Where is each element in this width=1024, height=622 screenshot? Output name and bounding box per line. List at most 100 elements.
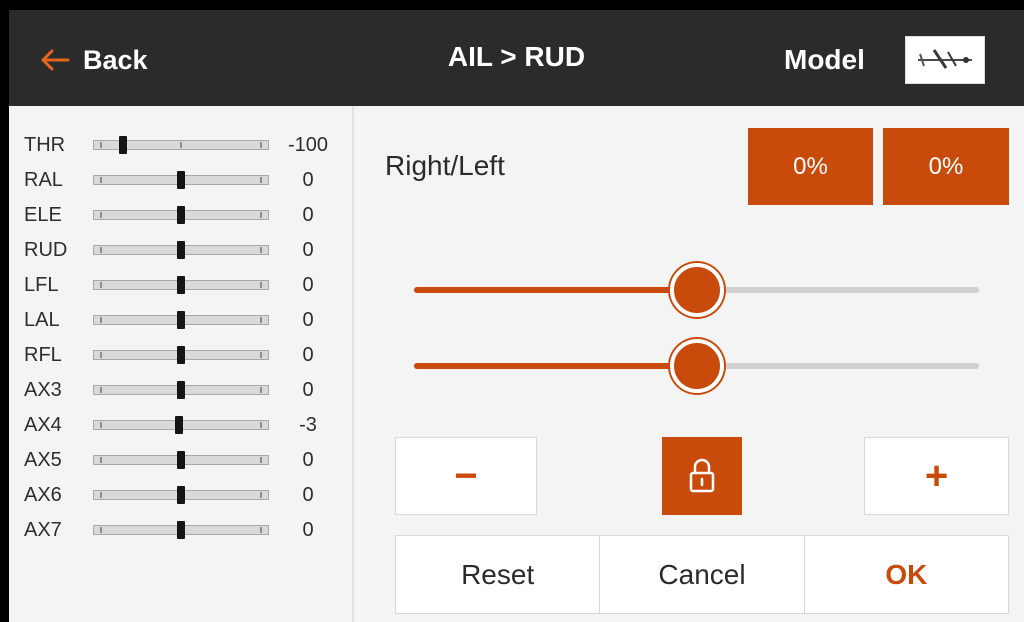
channel-value: 0 — [302, 309, 314, 331]
channel-tick — [99, 352, 102, 358]
channel-tick — [260, 247, 263, 253]
back-button[interactable]: Back — [39, 40, 148, 80]
lock-button[interactable] — [662, 437, 742, 515]
slider-fill — [414, 363, 697, 369]
channel-name: AX3 — [24, 379, 62, 401]
channel-bar — [93, 416, 269, 434]
left-slider[interactable] — [414, 337, 979, 397]
channel-tick — [260, 492, 263, 498]
channel-tick — [260, 177, 263, 183]
channel-row: RAL 0 — [9, 160, 352, 200]
channel-value: 0 — [302, 484, 314, 506]
channel-row: THR -100 — [9, 125, 352, 165]
channel-tick — [99, 247, 102, 253]
slider-knob[interactable] — [669, 339, 724, 393]
channel-monitor: THR -100 RAL 0 ELE 0 RUD 0 LFL 0 LAL 0 RFL 0 AX3 0 AX4 -3… — [9, 106, 352, 622]
channel-name: AX6 — [24, 484, 62, 506]
channel-tick — [99, 142, 102, 148]
channel-bar — [93, 241, 269, 259]
channel-row: AX7 0 — [9, 510, 352, 550]
channel-row: AX4 -3 — [9, 405, 352, 445]
channel-tick — [99, 457, 102, 463]
channel-name: AX5 — [24, 449, 62, 471]
channel-thumb — [177, 206, 185, 224]
channel-row: RFL 0 — [9, 335, 352, 375]
channel-thumb — [177, 346, 185, 364]
left-value-box[interactable]: 0% — [883, 128, 1009, 205]
screen: Back AIL > RUD Model THR -100 RAL 0 ELE 0 RUD 0… — [9, 10, 1024, 622]
channel-value: 0 — [302, 519, 314, 541]
channel-tick — [260, 142, 263, 148]
channel-tick — [99, 177, 102, 183]
decrement-button[interactable]: − — [395, 437, 537, 515]
minus-icon: − — [454, 454, 478, 498]
plus-icon: + — [924, 454, 949, 498]
right-slider[interactable] — [414, 261, 979, 321]
channel-tick — [260, 527, 263, 533]
channel-bar — [93, 171, 269, 189]
channel-thumb — [177, 311, 185, 329]
channel-bar — [93, 486, 269, 504]
channel-value: 0 — [302, 274, 314, 296]
channel-tick — [99, 387, 102, 393]
channel-value: -100 — [287, 134, 329, 156]
channel-name: RAL — [24, 169, 63, 191]
channel-tick — [99, 212, 102, 218]
channel-row: AX6 0 — [9, 475, 352, 515]
channel-tick — [180, 142, 182, 148]
channel-name: LAL — [24, 309, 60, 331]
model-thumbnail[interactable] — [905, 36, 985, 84]
channel-row: AX3 0 — [9, 370, 352, 410]
slider-knob[interactable] — [669, 263, 724, 317]
arrow-left-icon — [41, 49, 70, 71]
channel-row: RUD 0 — [9, 230, 352, 270]
channel-tick — [99, 282, 102, 288]
channel-tick — [99, 317, 102, 323]
back-label: Back — [83, 44, 148, 75]
channel-bar — [93, 451, 269, 469]
increment-button[interactable]: + — [864, 437, 1009, 515]
channel-bar — [93, 521, 269, 539]
channel-tick — [99, 527, 102, 533]
channel-value: 0 — [302, 449, 314, 471]
channel-value: 0 — [302, 169, 314, 191]
lock-icon — [689, 458, 715, 493]
channel-row: LFL 0 — [9, 265, 352, 305]
channel-bar — [93, 311, 269, 329]
channel-name: AX4 — [24, 414, 62, 436]
channel-value: 0 — [302, 344, 314, 366]
channel-bar — [93, 276, 269, 294]
channel-bar — [93, 136, 269, 154]
channel-bar — [93, 381, 269, 399]
channel-name: RUD — [24, 239, 68, 261]
model-label[interactable]: Model — [784, 44, 865, 76]
channel-thumb — [177, 451, 185, 469]
device-frame: Back AIL > RUD Model THR -100 RAL 0 ELE 0 RUD 0… — [0, 0, 1024, 622]
channel-tick — [99, 422, 102, 428]
channel-value: -3 — [299, 414, 317, 436]
channel-name: RFL — [24, 344, 62, 366]
channel-row: AX5 0 — [9, 440, 352, 480]
slider-fill — [414, 287, 697, 293]
channel-name: AX7 — [24, 519, 62, 541]
editor-panel: Right/Left 0% 0% − + Reset Cancel OK — [354, 106, 1024, 622]
cancel-button[interactable]: Cancel — [599, 536, 803, 613]
right-value-box[interactable]: 0% — [748, 128, 873, 205]
channel-thumb — [175, 416, 184, 434]
page-title: AIL > RUD — [447, 41, 586, 72]
action-bar: Reset Cancel OK — [395, 535, 1009, 614]
channel-value: 0 — [302, 204, 314, 226]
channel-value: 0 — [302, 379, 314, 401]
reset-button[interactable]: Reset — [396, 536, 599, 613]
header-bar: Back AIL > RUD Model — [9, 10, 1024, 106]
ok-button[interactable]: OK — [803, 536, 1008, 613]
channel-thumb — [177, 276, 185, 294]
channel-value: 0 — [302, 239, 314, 261]
channel-tick — [260, 422, 263, 428]
channel-bar — [93, 206, 269, 224]
channel-row: ELE 0 — [9, 195, 352, 235]
channel-thumb — [119, 136, 127, 154]
channel-tick — [260, 282, 263, 288]
channel-bar — [93, 346, 269, 364]
channel-tick — [260, 457, 263, 463]
